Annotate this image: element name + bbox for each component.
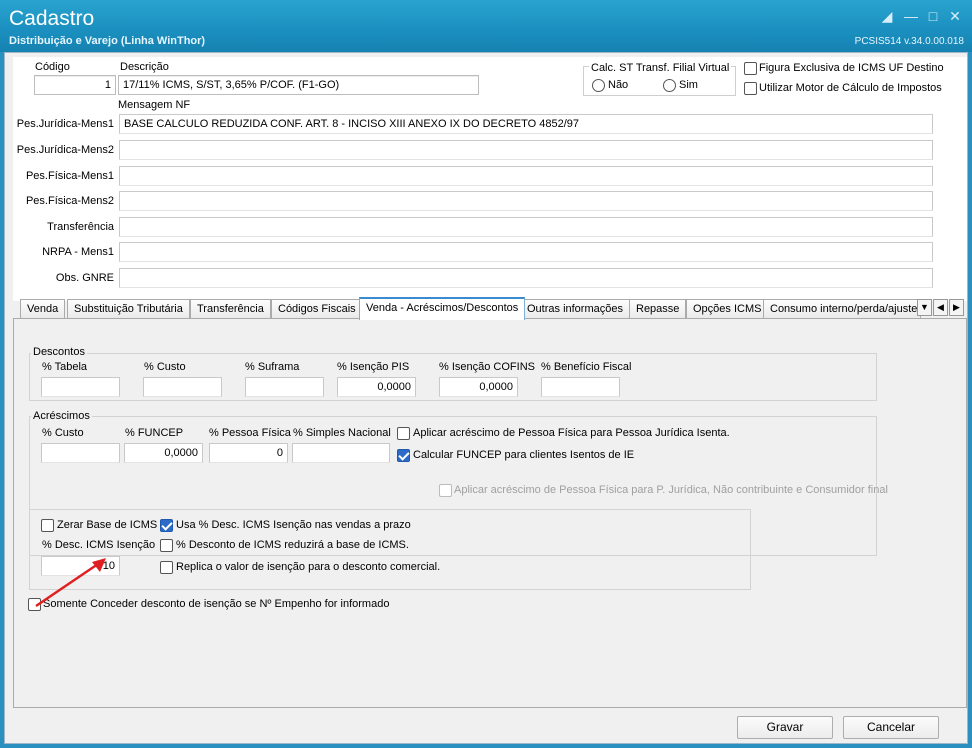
annotation-arrow-icon bbox=[35, 558, 106, 608]
msg-input-nrpa[interactable] bbox=[119, 242, 933, 262]
window-content: Código 1 Descrição 17/11% ICMS, S/ST, 3,… bbox=[4, 52, 968, 744]
header-panel: Código 1 Descrição 17/11% ICMS, S/ST, 3,… bbox=[13, 57, 967, 301]
zerar-base-checkbox[interactable] bbox=[41, 519, 54, 532]
window-titlebar: Cadastro Distribuição e Varejo (Linha Wi… bbox=[0, 0, 972, 52]
desc-custo-label: % Custo bbox=[144, 361, 186, 373]
usa-desc-checkbox[interactable] bbox=[160, 519, 173, 532]
cancelar-button[interactable]: Cancelar bbox=[843, 716, 939, 739]
tab-codigos-fiscais[interactable]: Códigos Fiscais bbox=[271, 299, 363, 319]
window-subtitle: Distribuição e Varejo (Linha WinThor) bbox=[9, 35, 206, 47]
tab-venda[interactable]: Venda bbox=[20, 299, 66, 319]
tab-venda-acrescimos-descontos[interactable]: Venda - Acréscimos/Descontos bbox=[359, 297, 526, 320]
window-title: Cadastro bbox=[9, 7, 95, 30]
msg-input-pj2[interactable] bbox=[119, 140, 933, 160]
version-label: PCSIS514 v.34.0.00.018 bbox=[854, 36, 964, 47]
figura-exclusiva-label: Figura Exclusiva de ICMS UF Destino bbox=[759, 62, 944, 74]
acrescimos-title: Acréscimos bbox=[31, 410, 92, 422]
tab-consumo-interno[interactable]: Consumo interno/perda/ajuste bbox=[763, 299, 921, 319]
desc-isencao-pis-label: % Isenção PIS bbox=[337, 361, 410, 373]
descricao-input[interactable]: 17/11% ICMS, S/ST, 3,65% P/COF. (F1-GO) bbox=[118, 75, 479, 95]
desc-suframa-input[interactable] bbox=[245, 377, 324, 397]
desc-beneficio-fiscal-input[interactable] bbox=[541, 377, 620, 397]
tab-outras-informacoes[interactable]: Outras informações bbox=[520, 299, 630, 319]
msg-input-transferencia[interactable] bbox=[119, 217, 933, 237]
aplicar-pf-nc-label: Aplicar acréscimo de Pessoa Física para … bbox=[454, 484, 888, 496]
radio-sim-label: Sim bbox=[679, 79, 698, 91]
window-frame: Código 1 Descrição 17/11% ICMS, S/ST, 3,… bbox=[0, 52, 972, 748]
desc-tabela-input[interactable] bbox=[41, 377, 120, 397]
desconto-reduzira-label: % Desconto de ICMS reduzirá a base de IC… bbox=[176, 539, 409, 551]
msg-label-pj2: Pes.Jurídica-Mens2 bbox=[16, 144, 114, 156]
codigo-label: Código bbox=[35, 61, 70, 73]
minimize-icon[interactable]: — bbox=[900, 6, 922, 26]
desc-custo-input[interactable] bbox=[143, 377, 222, 397]
acr-custo-input[interactable] bbox=[41, 443, 120, 463]
msg-label-pj1: Pes.Jurídica-Mens1 bbox=[16, 118, 114, 130]
descricao-label: Descrição bbox=[120, 61, 169, 73]
desc-isencao-pis-input[interactable]: 0,0000 bbox=[337, 377, 416, 397]
radio-nao[interactable] bbox=[592, 79, 605, 92]
desc-tabela-label: % Tabela bbox=[42, 361, 88, 373]
aplicar-pf-nc-checkbox[interactable] bbox=[439, 484, 452, 497]
msg-input-pf2[interactable] bbox=[119, 191, 933, 211]
close-icon[interactable]: ✕ bbox=[944, 6, 966, 26]
acr-funcep-label: % FUNCEP bbox=[125, 427, 184, 439]
tab-transferencia[interactable]: Transferência bbox=[190, 299, 271, 319]
radio-nao-label: Não bbox=[608, 79, 629, 91]
calcular-funcep-checkbox[interactable] bbox=[397, 449, 410, 462]
desc-beneficio-fiscal-label: % Benefício Fiscal bbox=[541, 361, 632, 373]
calc-st-label: Calc. ST Transf. Filial Virtual bbox=[589, 62, 732, 74]
acr-funcep-input[interactable]: 0,0000 bbox=[124, 443, 203, 463]
acr-pessoa-fisica-input[interactable]: 0 bbox=[209, 443, 288, 463]
aplicar-pf-pj-label: Aplicar acréscimo de Pessoa Física para … bbox=[413, 427, 730, 439]
desc-isencao-cofins-input[interactable]: 0,0000 bbox=[439, 377, 518, 397]
acr-simples-nacional-input[interactable] bbox=[292, 443, 390, 463]
tab-scroll-left-icon[interactable]: ◀ bbox=[933, 299, 948, 316]
msg-label-pf1: Pes.Física-Mens1 bbox=[25, 170, 114, 182]
acr-simples-nacional-label: % Simples Nacional bbox=[293, 427, 391, 439]
descontos-title: Descontos bbox=[31, 346, 87, 358]
figura-exclusiva-checkbox[interactable] bbox=[744, 62, 757, 75]
tab-substituicao-tributaria[interactable]: Substituição Tributária bbox=[67, 299, 190, 319]
aplicar-pf-pj-checkbox[interactable] bbox=[397, 427, 410, 440]
codigo-input[interactable]: 1 bbox=[34, 75, 116, 95]
msg-label-transferencia: Transferência bbox=[47, 221, 114, 233]
gravar-button[interactable]: Gravar bbox=[737, 716, 833, 739]
tab-scroll-right-icon[interactable]: ▶ bbox=[949, 299, 964, 316]
replica-checkbox[interactable] bbox=[160, 561, 173, 574]
zerar-base-label: Zerar Base de ICMS bbox=[57, 519, 158, 531]
desc-icms-isencao-label: % Desc. ICMS Isenção bbox=[42, 539, 156, 551]
maximize-icon[interactable]: □ bbox=[922, 6, 944, 26]
radio-sim[interactable] bbox=[663, 79, 676, 92]
tab-panel: Descontos % Tabela % Custo % Suframa % I… bbox=[13, 318, 967, 708]
mensagem-nf-label: Mensagem NF bbox=[118, 99, 191, 111]
calcular-funcep-label: Calcular FUNCEP para clientes Isentos de… bbox=[413, 449, 635, 461]
tab-opcoes-icms[interactable]: Opções ICMS bbox=[686, 299, 769, 319]
utilizar-motor-checkbox[interactable] bbox=[744, 82, 757, 95]
usa-desc-label: Usa % Desc. ICMS Isenção nas vendas a pr… bbox=[176, 519, 411, 531]
desc-suframa-label: % Suframa bbox=[245, 361, 300, 373]
desconto-reduzira-checkbox[interactable] bbox=[160, 539, 173, 552]
msg-label-gnre: Obs. GNRE bbox=[55, 272, 114, 284]
desc-isencao-cofins-label: % Isenção COFINS bbox=[439, 361, 535, 373]
tab-repasse[interactable]: Repasse bbox=[629, 299, 687, 319]
acr-pessoa-fisica-label: % Pessoa Física bbox=[209, 427, 291, 439]
msg-input-gnre[interactable] bbox=[119, 268, 933, 288]
replica-label: Replica o valor de isenção para o descon… bbox=[176, 561, 441, 573]
acr-custo-label: % Custo bbox=[42, 427, 84, 439]
msg-label-pf2: Pes.Física-Mens2 bbox=[25, 195, 114, 207]
tab-dropdown-icon[interactable]: ▼ bbox=[917, 299, 932, 316]
resize-icon[interactable]: ◢ bbox=[876, 6, 898, 26]
msg-input-pj1[interactable]: BASE CALCULO REDUZIDA CONF. ART. 8 - INC… bbox=[119, 114, 933, 134]
msg-input-pf1[interactable] bbox=[119, 166, 933, 186]
msg-label-nrpa: NRPA - Mens1 bbox=[42, 246, 114, 258]
utilizar-motor-label: Utilizar Motor de Cálculo de Impostos bbox=[759, 82, 942, 94]
